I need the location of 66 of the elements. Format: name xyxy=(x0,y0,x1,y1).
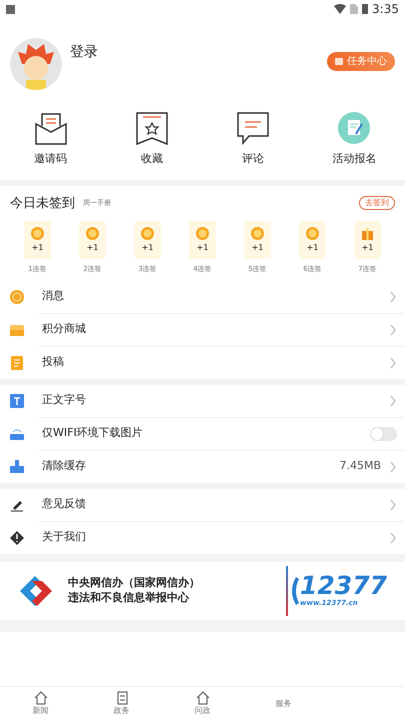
nav-tab[interactable]: 服务 xyxy=(276,698,292,710)
login-link[interactable]: 登录 xyxy=(70,42,98,63)
shortcut-item[interactable]: 评论 xyxy=(202,112,304,168)
nav-tab[interactable]: 政务 xyxy=(114,690,130,716)
font-size-icon xyxy=(10,394,24,408)
menu-item[interactable]: 清除缓存 7.45MB xyxy=(0,450,405,482)
menu-item[interactable]: 意见反馈 xyxy=(0,488,405,520)
coin-star-icon xyxy=(141,226,154,240)
menu-item[interactable]: 积分商城 xyxy=(0,314,405,346)
document-icon xyxy=(10,356,24,370)
menu-item[interactable]: 关于我们 xyxy=(0,522,405,554)
wifi-icon xyxy=(334,4,346,14)
shop-icon xyxy=(10,322,24,336)
reward-card: +1 xyxy=(189,221,216,259)
home-icon xyxy=(34,690,48,704)
diamond-logo-icon xyxy=(18,574,52,608)
cache-size: 7.45MB xyxy=(339,458,381,474)
shortcut-item[interactable]: 活动报名 xyxy=(304,112,405,168)
menu-item[interactable]: 消息 xyxy=(0,280,405,312)
chevron-right-icon xyxy=(389,290,397,302)
battery-icon xyxy=(362,4,368,14)
no-sim-icon xyxy=(350,4,358,14)
reward-card: +1 xyxy=(299,221,326,259)
reward-card: +1 xyxy=(244,221,271,259)
menu-item[interactable]: 仅WIFI环境下载图片 xyxy=(0,418,405,450)
chevron-right-icon xyxy=(389,532,397,544)
notification-icon xyxy=(6,4,15,14)
banner-title: 中央网信办（国家网信办） xyxy=(68,576,200,590)
nav-tab[interactable]: 问政 xyxy=(194,690,210,716)
avatar-drawing[interactable] xyxy=(10,38,62,90)
calendar-icon xyxy=(335,58,343,65)
chevron-right-icon xyxy=(389,324,397,336)
menu-item[interactable]: 正文字号 xyxy=(0,384,405,416)
status-time: 3:35 xyxy=(372,1,399,18)
reward-card: +1 xyxy=(354,221,381,259)
reward-card: +1 xyxy=(24,221,51,259)
hotline-number: 12377 xyxy=(300,572,387,598)
reward-card: +1 xyxy=(134,221,161,259)
shortcut-item[interactable]: 邀请码 xyxy=(0,112,102,168)
checkin-status: 今日未签到 xyxy=(10,194,75,212)
chevron-right-icon xyxy=(389,356,397,368)
chevron-right-icon xyxy=(389,394,397,406)
envelope-icon xyxy=(34,112,67,145)
gift-icon xyxy=(361,226,374,240)
chevron-right-icon xyxy=(389,460,397,472)
menu-item[interactable]: 投稿 xyxy=(0,346,405,378)
coin-star-icon xyxy=(196,226,209,240)
coin-star-icon xyxy=(251,226,264,240)
nav-tab[interactable]: 新闻 xyxy=(32,690,48,716)
broom-icon xyxy=(10,460,24,474)
comment-icon xyxy=(237,112,270,145)
shortcut-item[interactable]: 收藏 xyxy=(101,112,202,168)
list-icon xyxy=(114,690,128,704)
reward-card: +1 xyxy=(79,221,106,259)
info-icon xyxy=(10,530,24,544)
coin-star-icon xyxy=(86,226,99,240)
router-icon xyxy=(10,426,24,440)
coin-star-icon xyxy=(31,226,44,240)
banner-title: 违法和不良信息举报中心 xyxy=(68,590,190,605)
chevron-right-icon xyxy=(389,498,397,510)
toggle-switch[interactable] xyxy=(370,426,397,440)
message-badge-icon xyxy=(10,290,24,304)
bookmark-star-icon xyxy=(136,112,168,145)
coin-star-icon xyxy=(306,226,319,240)
form-pen-icon xyxy=(338,112,370,145)
home-icon xyxy=(196,690,210,704)
